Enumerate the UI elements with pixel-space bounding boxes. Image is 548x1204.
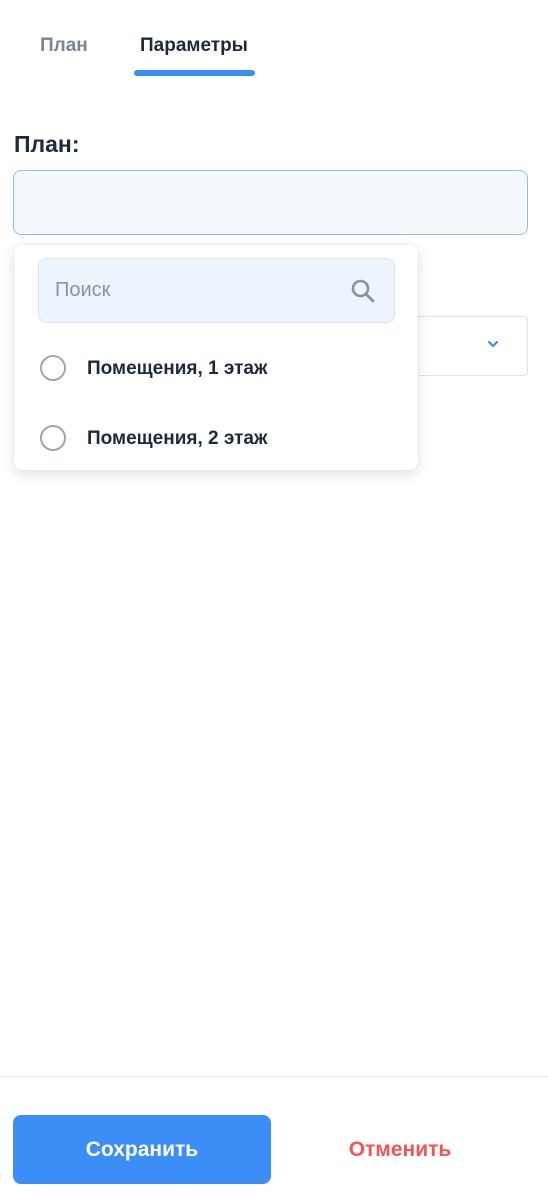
search-input[interactable]: [55, 259, 335, 322]
radio-button[interactable]: [40, 425, 66, 451]
plan-select-field[interactable]: [13, 170, 528, 235]
footer-divider: [0, 1076, 548, 1077]
dropdown-option[interactable]: Помещения, 2 этаж: [14, 409, 418, 469]
option-label: Помещения, 2 этаж: [87, 428, 268, 449]
chevron-down-icon: [487, 340, 499, 348]
plan-field-label: План:: [14, 131, 80, 157]
option-label: Помещения, 1 этаж: [87, 358, 268, 379]
cancel-button[interactable]: Отменить: [271, 1115, 529, 1184]
active-tab-indicator: [134, 70, 255, 76]
dropdown-option[interactable]: Помещения, 1 этаж: [14, 339, 418, 399]
search-box[interactable]: [38, 258, 395, 323]
tab-bar: План Параметры: [0, 0, 548, 80]
save-button[interactable]: Сохранить: [13, 1115, 271, 1184]
radio-button[interactable]: [40, 355, 66, 381]
plan-dropdown: Помещения, 1 этаж Помещения, 2 этаж: [14, 245, 418, 470]
tab-plan[interactable]: План: [40, 34, 88, 58]
search-icon: [351, 279, 375, 303]
tab-parameters[interactable]: Параметры: [140, 34, 248, 58]
